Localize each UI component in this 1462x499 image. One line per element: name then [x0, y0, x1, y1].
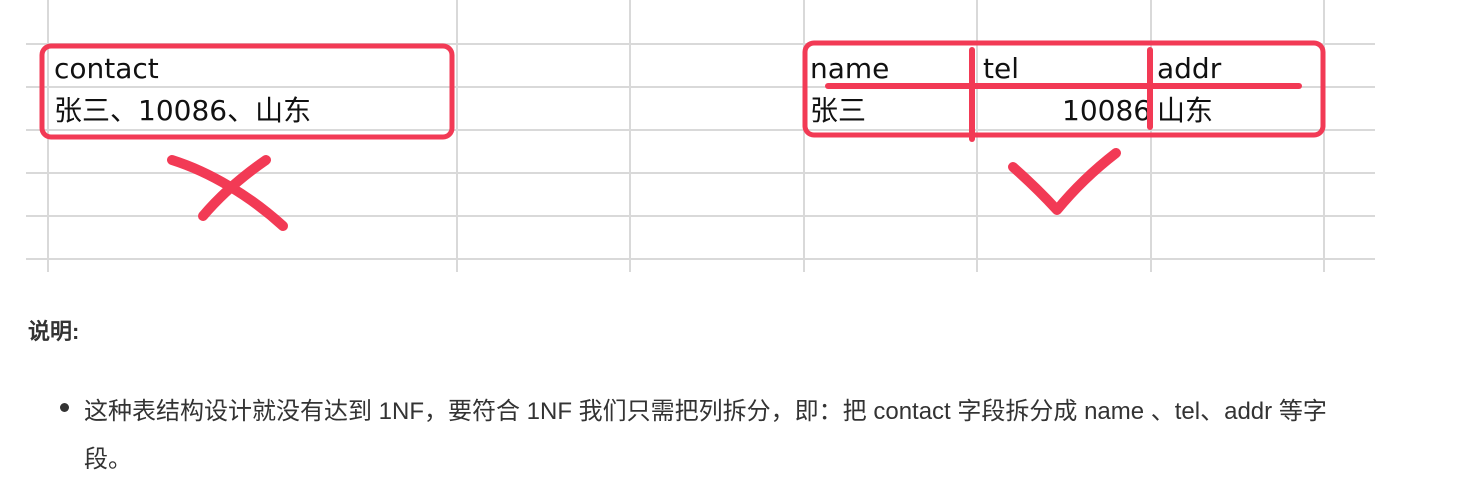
- bullet-dot-icon: [60, 403, 69, 412]
- explanation-item: 这种表结构设计就没有达到 1NF，要符合 1NF 我们只需把列拆分，即：把 co…: [84, 398, 1327, 473]
- spreadsheet-screenshot: contact 张三、10086、山东 name tel addr 张三 100…: [0, 0, 1462, 290]
- annotation-layer: [39, 40, 1326, 231]
- left-highlight-box: [39, 43, 455, 140]
- check-mark-icon: [1008, 148, 1121, 215]
- section-title: 说明:: [28, 319, 80, 344]
